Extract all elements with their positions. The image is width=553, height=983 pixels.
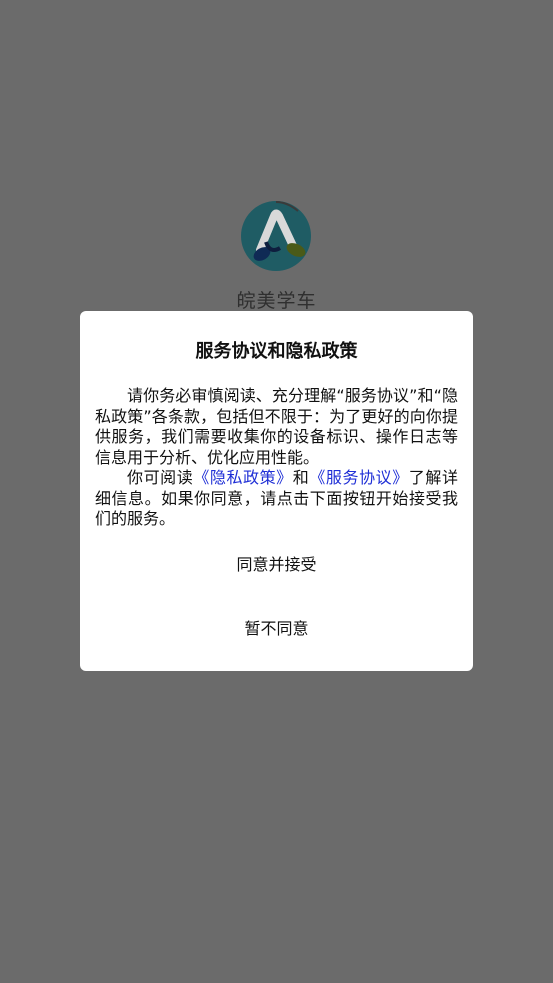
dialog-body: 请你务必审慎阅读、充分理解“服务协议”和“隐私政策”各条款，包括但不限于：为了更… bbox=[95, 386, 458, 530]
service-agreement-link[interactable]: 《服务协议》 bbox=[309, 468, 408, 487]
privacy-consent-dialog: 服务协议和隐私政策 请你务必审慎阅读、充分理解“服务协议”和“隐私政策”各条款，… bbox=[80, 311, 473, 671]
disagree-button[interactable]: 暂不同意 bbox=[80, 607, 473, 651]
agree-accept-button[interactable]: 同意并接受 bbox=[80, 543, 473, 587]
and-text: 和 bbox=[292, 468, 310, 487]
privacy-policy-link[interactable]: 《隐私政策》 bbox=[193, 468, 292, 487]
links-prefix-text: 你可阅读 bbox=[127, 468, 194, 487]
dialog-title: 服务协议和隐私政策 bbox=[195, 341, 358, 362]
app-logo-icon bbox=[240, 198, 314, 272]
links-paragraph: 你可阅读《隐私政策》和《服务协议》了解详细信息。如果你同意，请点击下面按钮开始接… bbox=[95, 468, 458, 530]
app-name: 皖美学车 bbox=[236, 290, 317, 312]
terms-paragraph: 请你务必审慎阅读、充分理解“服务协议”和“隐私政策”各条款，包括但不限于：为了更… bbox=[95, 386, 458, 467]
